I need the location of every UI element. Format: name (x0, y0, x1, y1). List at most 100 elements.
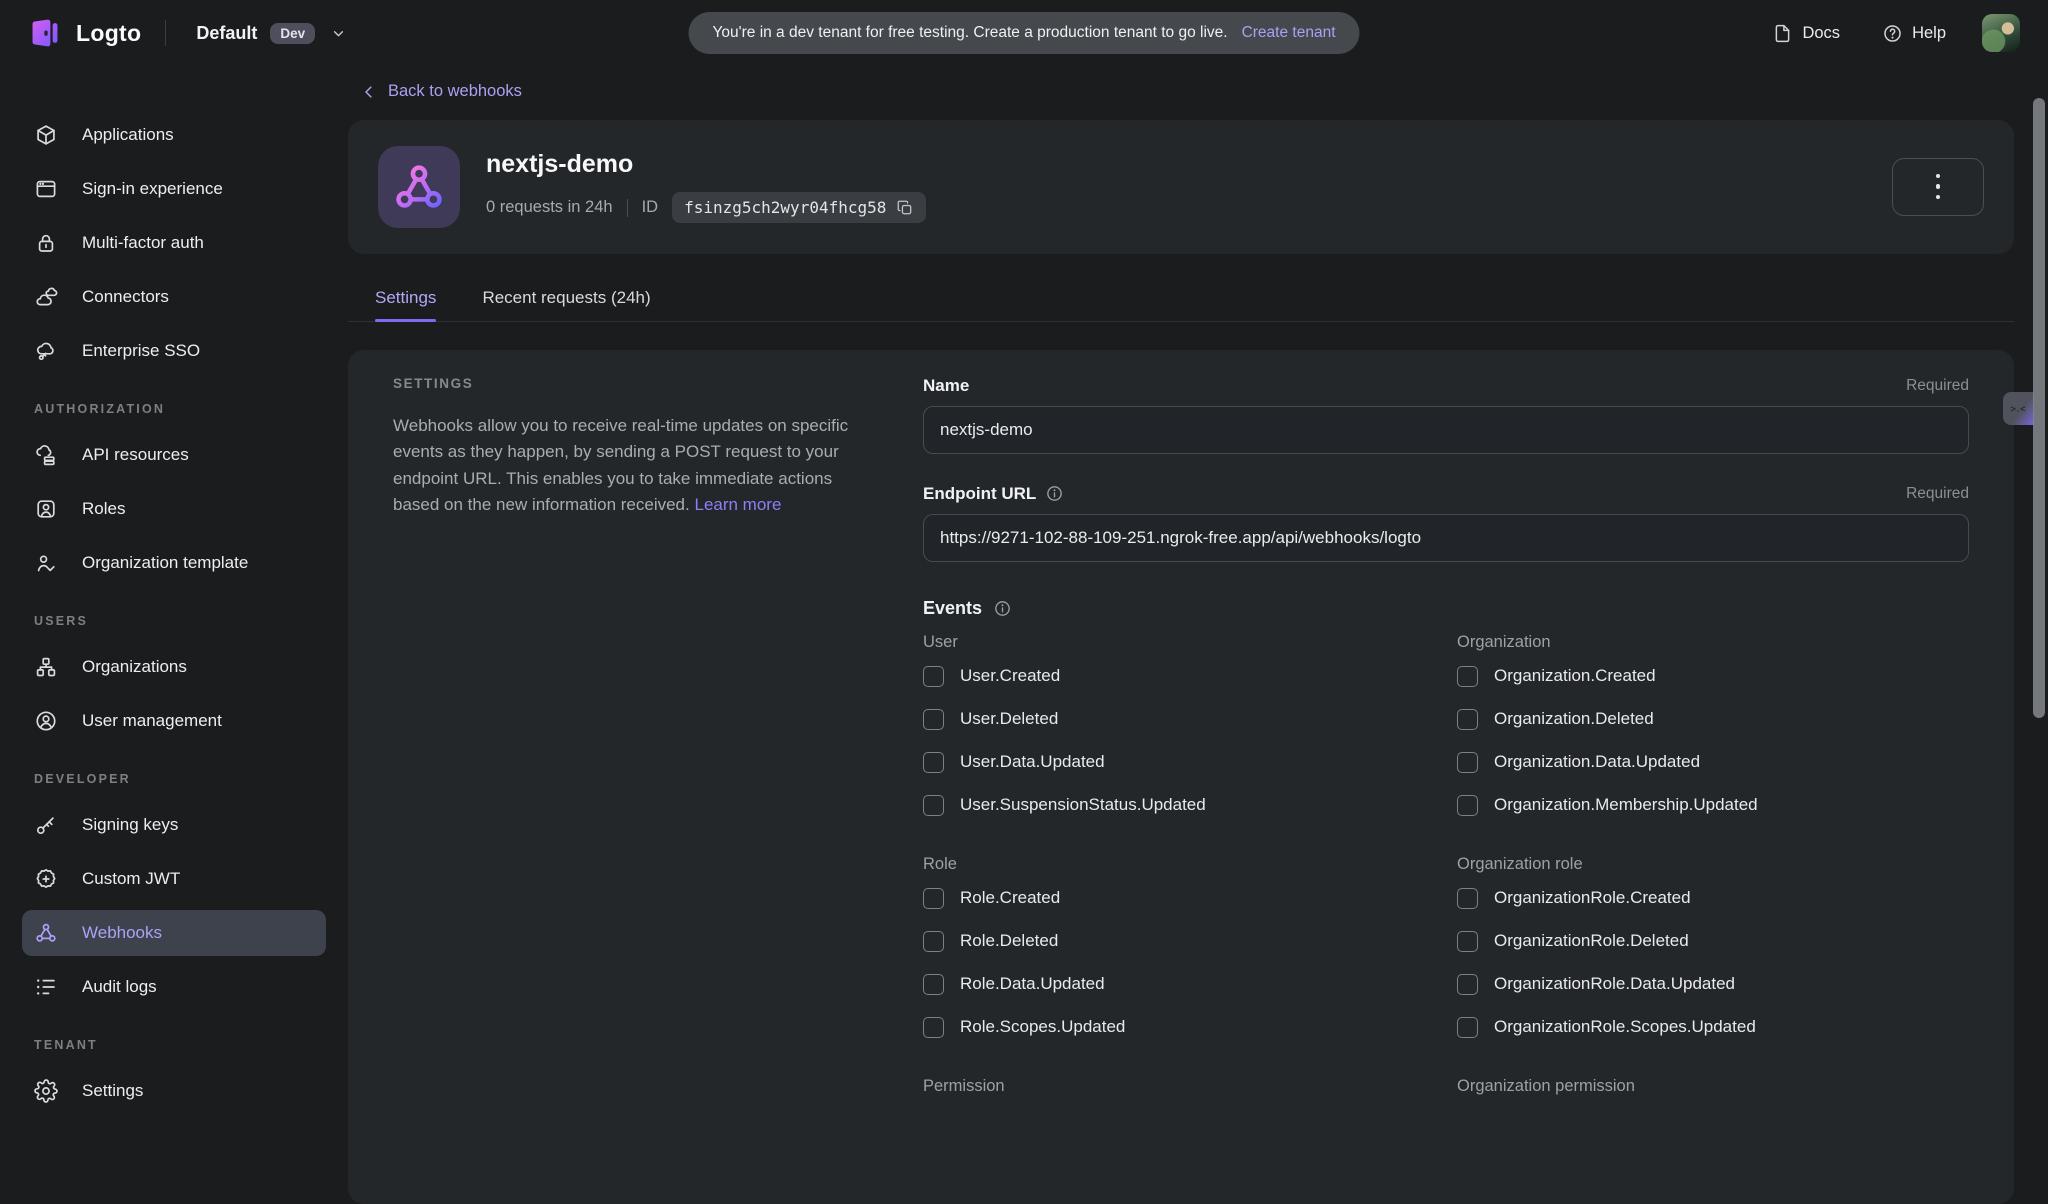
checkbox-icon[interactable] (1457, 666, 1478, 687)
sidebar-item-roles[interactable]: Roles (22, 486, 326, 532)
help-icon (1882, 23, 1903, 44)
event-label: User.SuspensionStatus.Updated (960, 795, 1206, 815)
event-checkbox-row[interactable]: Organization.Data.Updated (1457, 741, 1969, 784)
webhook-id-chip[interactable]: fsinzg5ch2wyr04fhcg58 (672, 192, 926, 223)
avatar[interactable] (1982, 14, 2020, 52)
info-icon[interactable] (1045, 484, 1064, 503)
checkbox-icon[interactable] (923, 752, 944, 773)
event-checkbox-row[interactable]: User.Data.Updated (923, 741, 1435, 784)
sidebar-item-user-management[interactable]: User management (22, 698, 326, 744)
sidebar-item-label: Webhooks (82, 923, 162, 943)
learn-more-link[interactable]: Learn more (694, 495, 781, 514)
sidebar-item-api-resources[interactable]: API resources (22, 432, 326, 478)
sidebar-item-signing-keys[interactable]: Signing keys (22, 802, 326, 848)
checkbox-icon[interactable] (1457, 795, 1478, 816)
list-icon (34, 975, 58, 999)
event-checkbox-row[interactable]: Role.Created (923, 877, 1435, 920)
checkbox-icon[interactable] (923, 666, 944, 687)
event-checkbox-row[interactable]: OrganizationRole.Scopes.Updated (1457, 1006, 1969, 1049)
vertical-scrollbar[interactable] (2033, 98, 2045, 718)
org-chart-icon (34, 655, 58, 679)
checkbox-icon[interactable] (1457, 974, 1478, 995)
info-icon[interactable] (993, 599, 1012, 618)
dev-tenant-banner: You're in a dev tenant for free testing.… (688, 12, 1359, 54)
event-checkbox-row[interactable]: User.Deleted (923, 698, 1435, 741)
sidebar-item-organizations[interactable]: Organizations (22, 644, 326, 690)
event-checkbox-row[interactable]: Organization.Deleted (1457, 698, 1969, 741)
event-label: Role.Data.Updated (960, 974, 1105, 994)
sidebar-item-custom-jwt[interactable]: Custom JWT (22, 856, 326, 902)
event-checkbox-row[interactable]: Organization.Created (1457, 655, 1969, 698)
event-label: Organization.Deleted (1494, 709, 1654, 729)
sidebar-item-sign-in-experience[interactable]: Sign-in experience (22, 166, 326, 212)
checkbox-icon[interactable] (1457, 709, 1478, 730)
help-button[interactable]: Help (1876, 22, 1952, 45)
event-label: User.Data.Updated (960, 752, 1105, 772)
sidebar-item-audit-logs[interactable]: Audit logs (22, 964, 326, 1010)
sidebar-section-label: AUTHORIZATION (34, 402, 348, 416)
sidebar-item-settings[interactable]: Settings (22, 1068, 326, 1114)
layout: Applications Sign-in experience Multi-fact… (0, 66, 2048, 1156)
event-checkbox-row[interactable]: OrganizationRole.Data.Updated (1457, 963, 1969, 1006)
event-checkbox-row[interactable]: User.Created (923, 655, 1435, 698)
checkbox-icon[interactable] (923, 709, 944, 730)
sign-in-icon (34, 177, 58, 201)
events-title: Events (923, 598, 982, 619)
checkbox-icon[interactable] (923, 931, 944, 952)
event-checkbox-row[interactable]: Role.Deleted (923, 920, 1435, 963)
topbar-divider (165, 20, 166, 46)
sidebar-item-multi-factor-auth[interactable]: Multi-factor auth (22, 220, 326, 266)
webhook-header-card: nextjs-demo 0 requests in 24h ID fsinzg5… (348, 120, 2014, 254)
event-group-name: User (923, 633, 1435, 652)
checkbox-icon[interactable] (1457, 752, 1478, 773)
meta-divider (627, 199, 628, 217)
event-checkbox-row[interactable]: User.SuspensionStatus.Updated (923, 784, 1435, 827)
checkbox-icon[interactable] (1457, 888, 1478, 909)
sso-cloud-key-icon (34, 339, 58, 363)
sidebar-item-connectors[interactable]: Connectors (22, 274, 326, 320)
event-checkbox-row[interactable]: OrganizationRole.Deleted (1457, 920, 1969, 963)
more-actions-button[interactable] (1892, 158, 1984, 216)
logto-logo-icon (28, 16, 62, 50)
tab-recent-requests[interactable]: Recent requests (24h) (482, 288, 650, 321)
copy-icon[interactable] (896, 199, 914, 217)
seal-icon (34, 867, 58, 891)
collapse-handle[interactable]: >.< (2003, 392, 2034, 425)
event-label: Role.Scopes.Updated (960, 1017, 1125, 1037)
sidebar-item-label: Multi-factor auth (82, 233, 204, 253)
event-checkbox-row[interactable]: Organization.Membership.Updated (1457, 784, 1969, 827)
docs-button[interactable]: Docs (1766, 22, 1846, 45)
name-field-label: Name (923, 376, 969, 396)
tenant-selector[interactable]: Default Dev (190, 22, 353, 45)
sidebar-item-organization-template[interactable]: Organization template (22, 540, 326, 586)
required-badge: Required (1906, 377, 1969, 395)
connectors-icon (34, 285, 58, 309)
sidebar-item-enterprise-sso[interactable]: Enterprise SSO (22, 328, 326, 374)
event-checkbox-row[interactable]: Role.Data.Updated (923, 963, 1435, 1006)
event-group: OrganizationOrganization.CreatedOrganiza… (1457, 633, 1969, 827)
event-checkbox-row[interactable]: OrganizationRole.Created (1457, 877, 1969, 920)
sidebar-item-label: Audit logs (82, 977, 157, 997)
name-input[interactable] (923, 406, 1969, 454)
back-to-webhooks-link[interactable]: Back to webhooks (360, 82, 522, 101)
event-label: User.Created (960, 666, 1060, 686)
checkbox-icon[interactable] (923, 1017, 944, 1038)
create-tenant-link[interactable]: Create tenant (1242, 24, 1336, 42)
sidebar-item-label: API resources (82, 445, 189, 465)
help-label: Help (1912, 24, 1946, 43)
checkbox-icon[interactable] (923, 795, 944, 816)
tab-settings[interactable]: Settings (375, 288, 436, 321)
checkbox-icon[interactable] (1457, 1017, 1478, 1038)
endpoint-url-input[interactable] (923, 514, 1969, 562)
sidebar-item-label: User management (82, 711, 222, 731)
sidebar-item-webhooks[interactable]: Webhooks (22, 910, 326, 956)
event-label: OrganizationRole.Deleted (1494, 931, 1689, 951)
sidebar-item-applications[interactable]: Applications (22, 112, 326, 158)
endpoint-url-field-group: Endpoint URL Required (923, 484, 1969, 562)
sidebar-item-label: Settings (82, 1081, 143, 1101)
name-field-group: Name Required (923, 376, 1969, 454)
checkbox-icon[interactable] (923, 974, 944, 995)
event-checkbox-row[interactable]: Role.Scopes.Updated (923, 1006, 1435, 1049)
checkbox-icon[interactable] (1457, 931, 1478, 952)
checkbox-icon[interactable] (923, 888, 944, 909)
